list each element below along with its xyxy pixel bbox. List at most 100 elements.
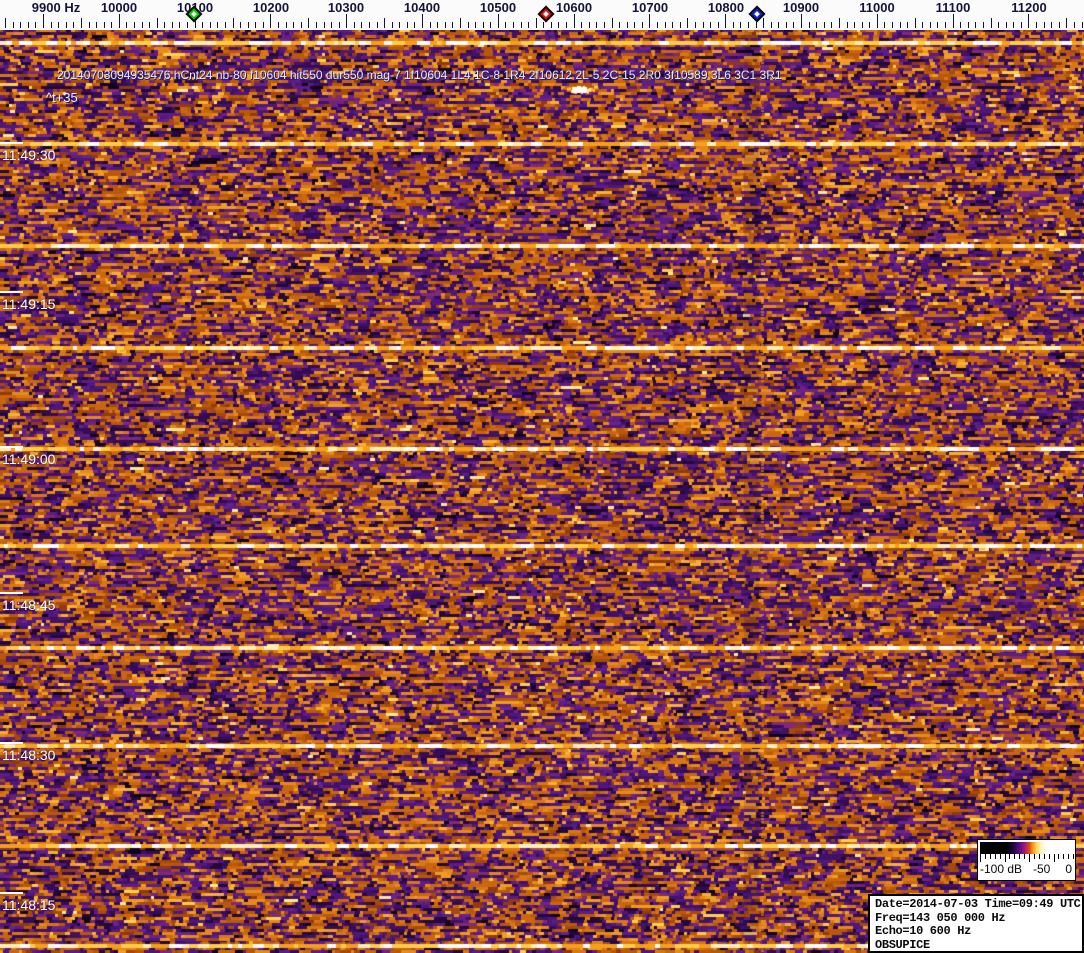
- minor-tick: [1043, 22, 1045, 28]
- detection-header-text: 20140703094935476 hCnt24 nb-80 f10604 hi…: [57, 68, 782, 82]
- colorbar-tick: [1038, 854, 1040, 859]
- colorbar-tick: [1009, 854, 1011, 859]
- minor-tick: [285, 22, 287, 28]
- colorbar-tick: [994, 854, 996, 859]
- minor-tick: [12, 22, 14, 28]
- major-tick: [118, 14, 120, 28]
- time-label: 11:48:45: [2, 597, 56, 613]
- minor-tick: [1058, 22, 1060, 28]
- minor-tick: [982, 22, 984, 28]
- minor-tick: [1005, 22, 1007, 28]
- minor-tick: [217, 22, 219, 28]
- info-echo-frequency: Echo=10 600 Hz: [875, 924, 971, 938]
- minor-tick: [88, 22, 90, 28]
- minor-tick: [513, 22, 514, 28]
- red-frequency-marker-icon[interactable]: [537, 5, 555, 23]
- minor-tick: [278, 22, 279, 28]
- minor-tick: [687, 18, 689, 28]
- frequency-scale: 9900 Hz100001010010200103001040010500106…: [0, 0, 1084, 30]
- minor-tick: [846, 22, 848, 28]
- minor-tick: [634, 22, 636, 28]
- minor-tick: [27, 22, 29, 28]
- frequency-scale-label: 10300: [327, 0, 365, 15]
- minor-tick: [475, 22, 477, 28]
- minor-tick: [990, 18, 992, 28]
- frequency-scale-label: 10600: [555, 0, 593, 15]
- frequency-scale-label: 10400: [403, 0, 441, 15]
- minor-tick: [1073, 22, 1075, 28]
- minor-tick: [353, 22, 355, 28]
- colorbar-tick: [980, 854, 981, 862]
- minor-tick: [550, 22, 552, 28]
- spectrogram-area: 20140703094935476 hCnt24 nb-80 f10604 hi…: [0, 29, 1084, 953]
- minor-tick: [35, 22, 37, 28]
- colorbar-label-mid: -50: [1033, 862, 1051, 876]
- minor-tick: [96, 22, 98, 28]
- colorbar-tick: [1058, 854, 1060, 859]
- minor-tick: [20, 22, 22, 28]
- time-axis-tick: [0, 742, 23, 744]
- major-tick: [725, 14, 727, 28]
- minor-tick: [717, 22, 719, 28]
- minor-tick: [376, 22, 378, 28]
- minor-tick: [581, 22, 583, 28]
- minor-tick: [778, 22, 780, 28]
- major-tick: [573, 14, 575, 28]
- minor-tick: [331, 22, 332, 28]
- minor-tick: [816, 22, 818, 28]
- minor-tick: [247, 22, 249, 28]
- major-tick: [43, 14, 44, 28]
- minor-tick: [156, 18, 158, 28]
- minor-tick: [892, 22, 893, 28]
- minor-tick: [657, 22, 658, 28]
- minor-tick: [1013, 22, 1015, 28]
- time-label: 11:48:30: [2, 747, 56, 763]
- minor-tick: [588, 22, 590, 28]
- major-tick: [649, 14, 651, 28]
- minor-tick: [543, 22, 545, 28]
- frequency-scale-label: 11100: [935, 0, 971, 15]
- minor-tick: [755, 22, 757, 28]
- minor-tick: [679, 22, 681, 28]
- colorbar: -100 dB -50 0: [977, 839, 1076, 881]
- info-frequency: Freq=143 050 000 Hz: [875, 910, 1006, 925]
- minor-tick: [603, 22, 605, 28]
- minor-tick: [664, 22, 666, 28]
- colorbar-tick: [1024, 854, 1026, 859]
- frequency-scale-label: 9900 Hz: [31, 0, 81, 15]
- colorbar-tick: [1048, 854, 1050, 859]
- major-tick: [346, 14, 348, 28]
- colorbar-ticks: [980, 854, 1075, 862]
- colorbar-tick: [1019, 854, 1021, 859]
- minor-tick: [179, 22, 181, 28]
- frequency-scale-label: 10900: [782, 0, 820, 15]
- minor-tick: [1051, 22, 1053, 28]
- minor-tick: [884, 22, 886, 28]
- minor-tick: [5, 18, 7, 28]
- minor-tick: [467, 22, 469, 28]
- major-tick: [952, 14, 954, 28]
- minor-tick: [368, 22, 370, 28]
- minor-tick: [293, 22, 295, 28]
- colorbar-tick: [1068, 854, 1070, 859]
- minor-tick: [80, 18, 82, 28]
- minor-tick: [391, 22, 393, 28]
- minor-tick: [914, 18, 916, 28]
- minor-tick: [528, 22, 530, 28]
- minor-tick: [747, 22, 749, 28]
- minor-tick: [899, 22, 901, 28]
- minor-tick: [808, 22, 810, 28]
- frequency-scale-label: 10800: [707, 0, 745, 15]
- minor-tick: [520, 22, 522, 28]
- minor-tick: [861, 22, 863, 28]
- minor-tick: [429, 22, 431, 28]
- colorbar-tick: [1029, 854, 1030, 862]
- colorbar-tick: [989, 854, 991, 859]
- minor-tick: [452, 22, 454, 28]
- minor-tick: [641, 22, 643, 28]
- colorbar-tick: [1043, 854, 1045, 859]
- marker-center-dot: [754, 11, 760, 17]
- minor-tick: [922, 22, 924, 28]
- minor-tick: [406, 22, 408, 28]
- minor-tick: [323, 22, 325, 28]
